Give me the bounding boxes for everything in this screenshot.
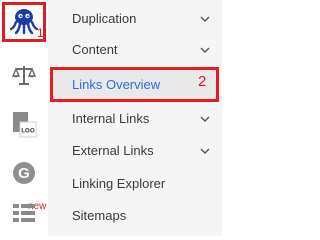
- annotation-marker-1: 1: [37, 26, 44, 40]
- rail-item-grid[interactable]: [0, 196, 48, 230]
- menu-item-external-links[interactable]: External Links: [48, 135, 222, 166]
- grid-list-icon: [13, 204, 35, 222]
- loo-document-icon: LOO: [13, 112, 37, 138]
- app-window: 1 LOO G new Duplication Content Links Ov…: [0, 0, 222, 236]
- chevron-down-icon: [200, 116, 210, 122]
- rail-item-scale[interactable]: [0, 58, 48, 92]
- rail-item-loo[interactable]: LOO: [0, 108, 48, 142]
- annotation-marker-2: 2: [198, 73, 207, 90]
- submenu-items: Links Overview Internal Links External L…: [48, 0, 222, 236]
- rail-item-google[interactable]: G: [0, 156, 48, 190]
- chevron-down-icon: [200, 148, 210, 154]
- menu-item-label: Internal Links: [72, 111, 150, 126]
- menu-item-label: External Links: [72, 143, 154, 158]
- octopus-logo-icon: [10, 9, 38, 35]
- menu-item-label: Sitemaps: [72, 208, 127, 223]
- menu-item-label: Links Overview: [72, 77, 161, 92]
- svg-text:G: G: [18, 165, 30, 182]
- scale-icon: [12, 66, 36, 85]
- menu-item-internal-links[interactable]: Internal Links: [48, 103, 222, 134]
- icon-rail: 1 LOO G new: [0, 0, 48, 236]
- svg-text:LOO: LOO: [21, 128, 35, 135]
- menu-item-label: Linking Explorer: [72, 176, 166, 191]
- menu-item-links-overview[interactable]: Links Overview: [48, 69, 222, 100]
- menu-item-linking-explorer[interactable]: Linking Explorer: [48, 168, 222, 199]
- menu-item-sitemaps[interactable]: Sitemaps: [48, 200, 222, 231]
- google-icon: G: [13, 162, 35, 184]
